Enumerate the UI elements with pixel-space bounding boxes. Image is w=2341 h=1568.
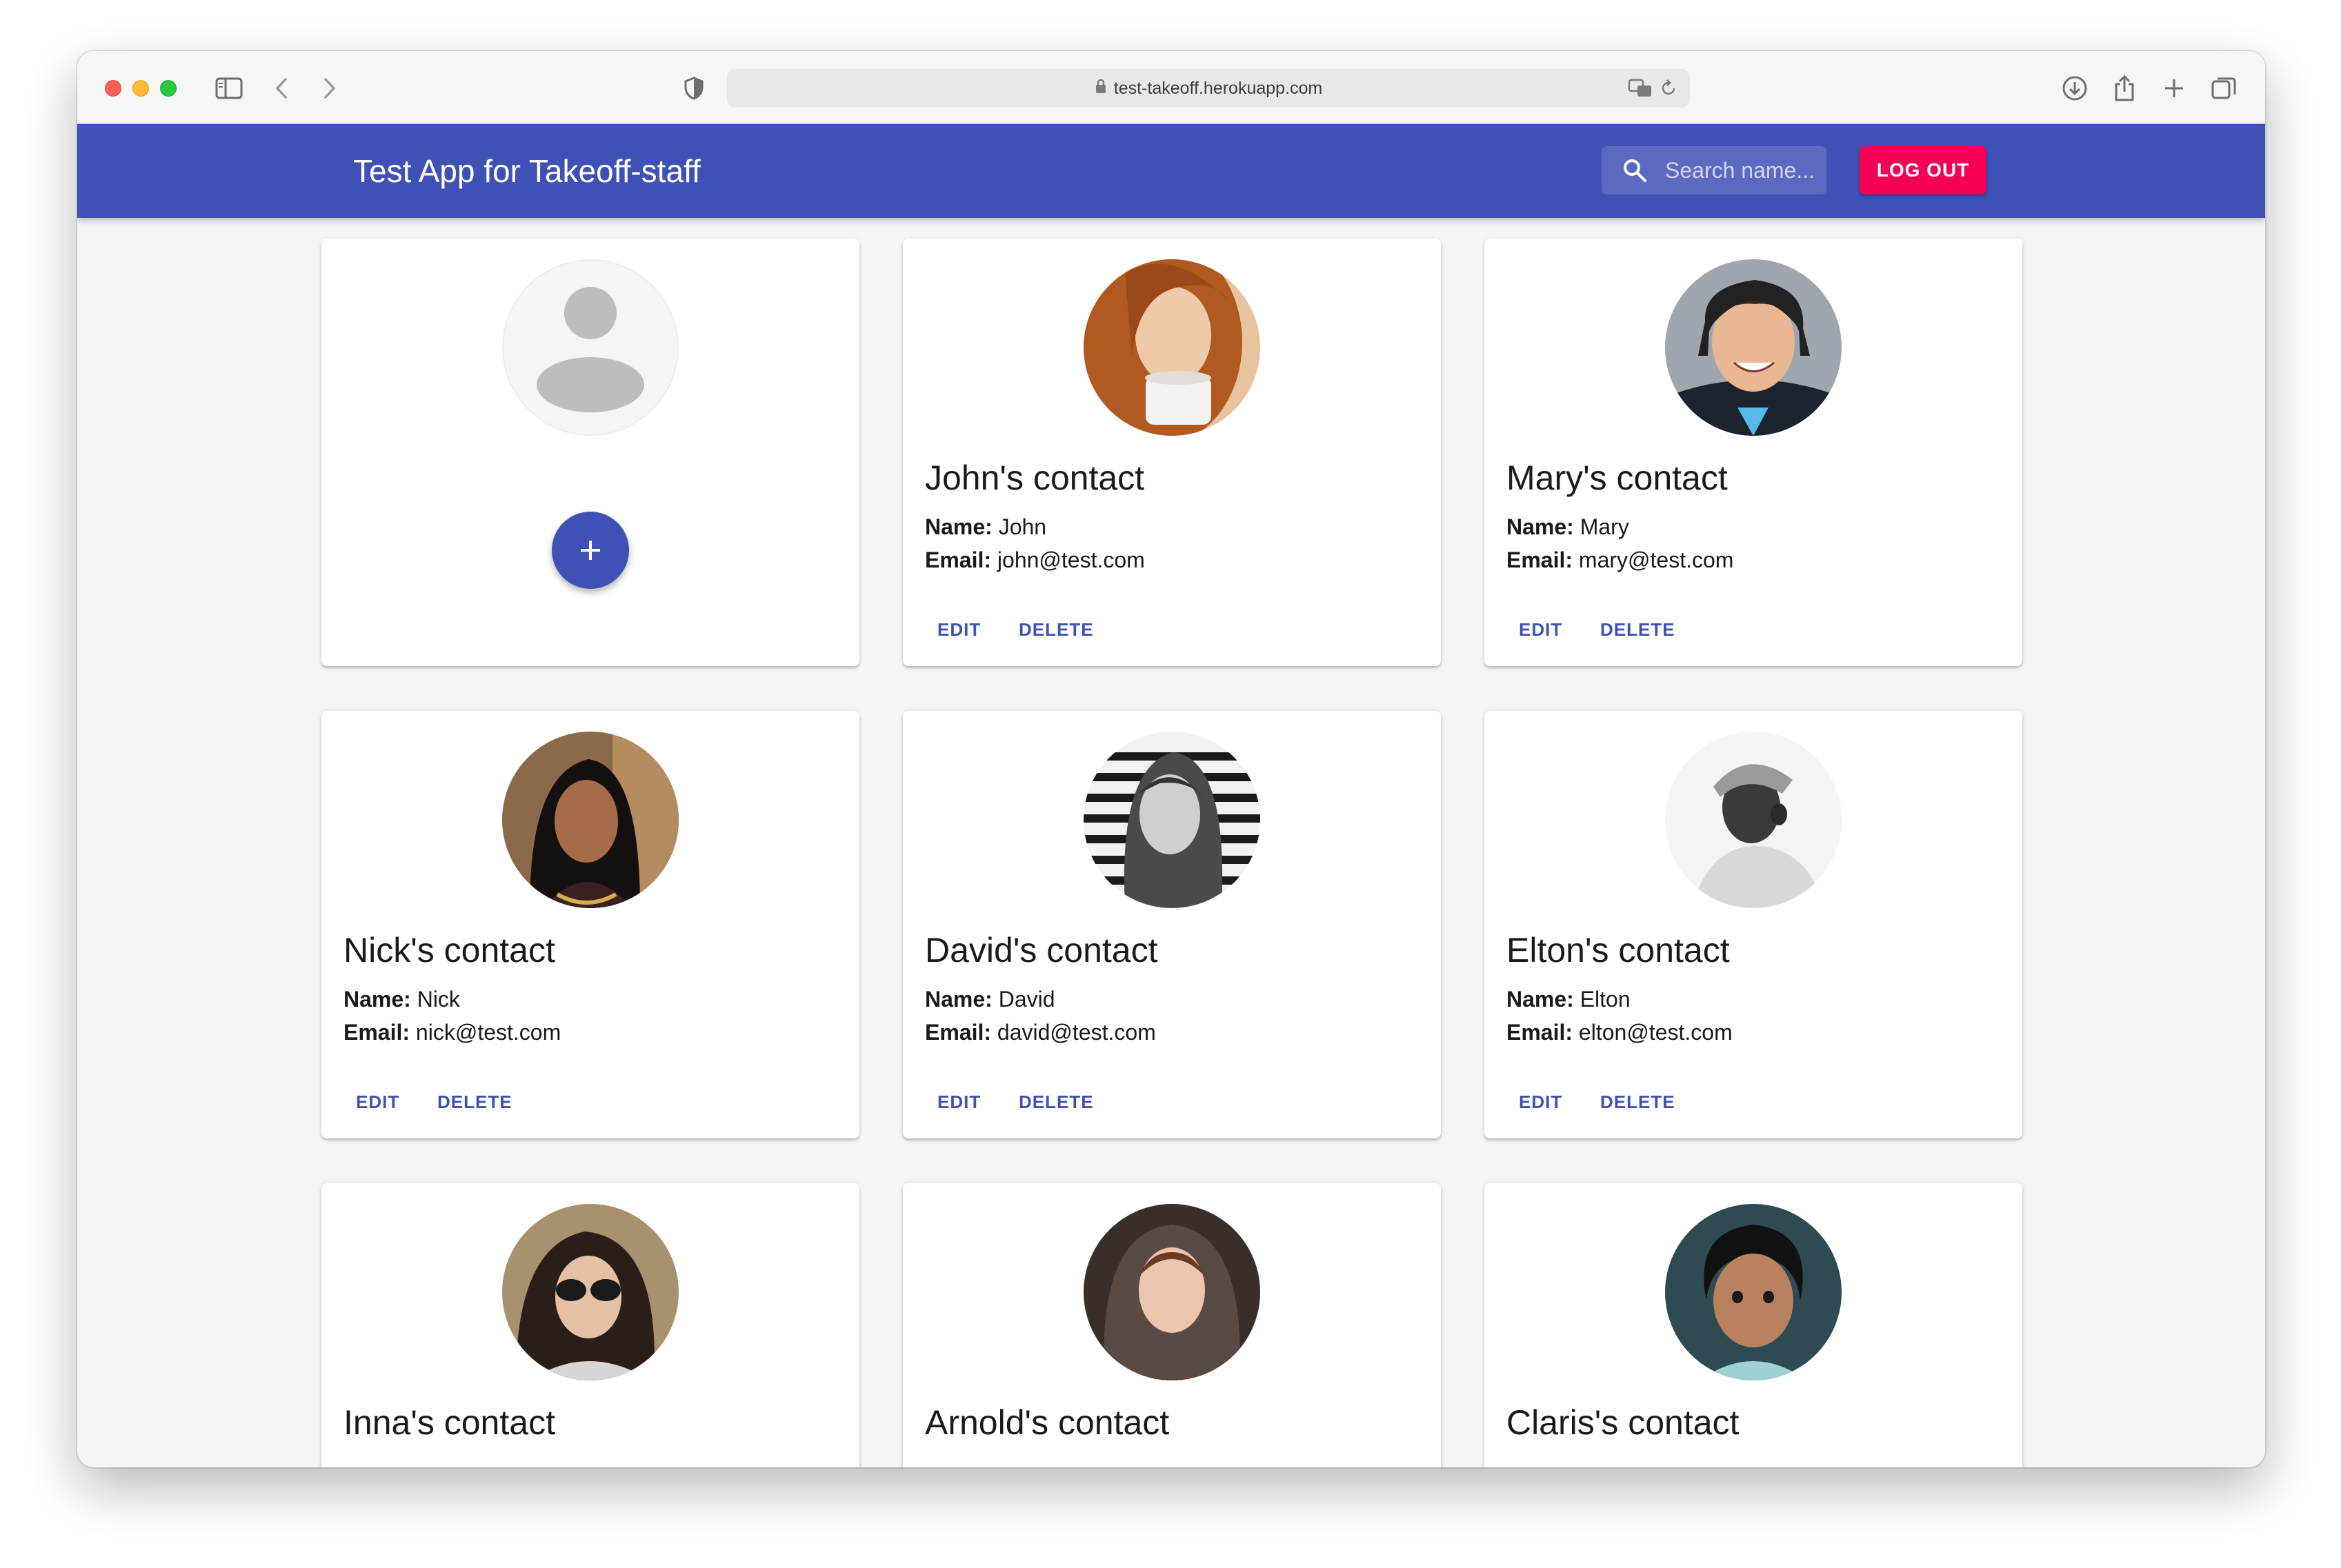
contact-title: Inna's contact <box>343 1403 555 1442</box>
contact-title: Arnold's contact <box>925 1403 1170 1442</box>
contact-card: Arnold's contact <box>903 1183 1441 1467</box>
forward-icon[interactable] <box>316 73 343 103</box>
contact-avatar <box>1084 732 1260 908</box>
new-tab-icon[interactable] <box>2159 73 2189 103</box>
contact-title: David's contact <box>925 931 1158 969</box>
contact-avatar <box>502 732 679 908</box>
add-contact-button[interactable] <box>552 512 629 589</box>
edit-button[interactable]: EDIT <box>343 1083 412 1120</box>
contact-card: Claris's contact <box>1484 1183 2022 1467</box>
contact-card: John's contact Name: John Email: john@te… <box>903 239 1441 666</box>
contact-card: David's contact Name: David Email: david… <box>903 711 1441 1138</box>
contact-avatar <box>1665 732 1842 908</box>
contact-name-row: Name: Nick <box>343 987 460 1012</box>
search-icon <box>1624 159 1646 182</box>
address-bar[interactable]: test-takeoff.herokuapp.com <box>727 69 1690 108</box>
contact-title: Claris's contact <box>1506 1403 1740 1442</box>
contact-name-row: Name: Mary <box>1506 514 1629 539</box>
add-contact-card <box>321 239 859 666</box>
contact-title: Elton's contact <box>1506 931 1730 969</box>
delete-button[interactable]: DELETE <box>1006 1083 1106 1120</box>
search-box[interactable] <box>1602 146 1826 194</box>
lock-icon <box>1095 78 1107 99</box>
delete-button[interactable]: DELETE <box>1006 611 1106 648</box>
tab-overview-icon[interactable] <box>2209 73 2239 103</box>
contact-card: Mary's contact Name: Mary Email: mary@te… <box>1484 239 2022 666</box>
contact-card: Elton's contact Name: Elton Email: elton… <box>1484 711 2022 1138</box>
browser-toolbar: test-takeoff.herokuapp.com <box>77 51 2265 124</box>
zoom-window-button[interactable] <box>160 80 177 97</box>
contact-card: Inna's contact <box>321 1183 859 1467</box>
contact-name-row: Name: Elton <box>1506 987 1631 1012</box>
contact-title: John's contact <box>925 459 1145 497</box>
browser-window: test-takeoff.herokuapp.com Test App for … <box>77 51 2265 1467</box>
contact-email-row: Email: david@test.com <box>925 1020 1156 1045</box>
contact-email-row: Email: mary@test.com <box>1506 547 1734 572</box>
placeholder-avatar-icon <box>502 259 679 436</box>
contacts-grid: John's contact Name: John Email: john@te… <box>77 218 2265 1467</box>
close-window-button[interactable] <box>105 80 121 97</box>
contact-email-row: Email: john@test.com <box>925 547 1145 572</box>
contact-avatar <box>1665 1204 1842 1380</box>
reload-icon[interactable] <box>1660 76 1677 101</box>
contact-avatar <box>1665 259 1842 436</box>
search-input[interactable] <box>1665 146 1824 194</box>
edit-button[interactable]: EDIT <box>1506 611 1575 648</box>
contact-name-row: Name: John <box>925 514 1047 539</box>
edit-button[interactable]: EDIT <box>1506 1083 1575 1120</box>
app-header: Test App for Takeoff-staff LOG OUT <box>77 124 2265 218</box>
contact-name-row: Name: David <box>925 987 1055 1012</box>
contact-card: Nick's contact Name: Nick Email: nick@te… <box>321 711 859 1138</box>
delete-button[interactable]: DELETE <box>425 1083 525 1120</box>
contact-avatar <box>502 1204 679 1380</box>
plus-icon <box>581 541 600 560</box>
contact-title: Mary's contact <box>1506 459 1728 497</box>
app-title: Test App for Takeoff-staff <box>353 153 701 189</box>
sidebar-toggle-icon[interactable] <box>212 73 246 103</box>
url-text: test-takeoff.herokuapp.com <box>1113 78 1323 98</box>
share-icon[interactable] <box>2109 73 2140 103</box>
back-icon[interactable] <box>268 73 295 103</box>
contact-avatar <box>1084 1204 1260 1380</box>
delete-button[interactable]: DELETE <box>1588 611 1688 648</box>
contact-avatar <box>1084 259 1260 436</box>
privacy-shield-icon[interactable] <box>680 73 708 103</box>
translate-icon[interactable] <box>1628 76 1653 101</box>
contact-title: Nick's contact <box>343 931 555 969</box>
downloads-icon[interactable] <box>2060 73 2090 103</box>
delete-button[interactable]: DELETE <box>1588 1083 1688 1120</box>
contact-email-row: Email: elton@test.com <box>1506 1020 1733 1045</box>
edit-button[interactable]: EDIT <box>925 611 993 648</box>
edit-button[interactable]: EDIT <box>925 1083 993 1120</box>
logout-button[interactable]: LOG OUT <box>1860 146 1986 194</box>
minimize-window-button[interactable] <box>132 80 149 97</box>
contact-email-row: Email: nick@test.com <box>343 1020 561 1045</box>
